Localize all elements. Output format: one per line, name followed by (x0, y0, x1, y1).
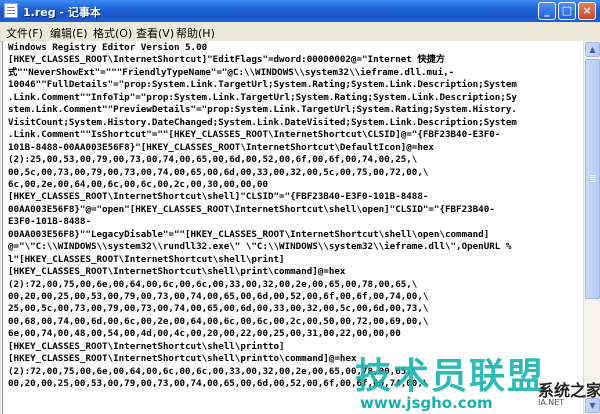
scroll-up-arrow-icon[interactable]: ▲ (585, 42, 600, 57)
text-line: 25,00,5c,00,73,00,79,00,73,00,74,00,65,0… (8, 303, 429, 315)
close-button[interactable]: × (578, 2, 596, 20)
minimize-button[interactable]: _ (538, 2, 556, 20)
grip-icon (590, 175, 596, 176)
text-line: 00,20,00,25,00,53,00,79,00,73,00,74,00,6… (8, 291, 429, 302)
text-line: [HKEY_CLASSES_ROOT\InternetShortcut\shel… (8, 266, 346, 278)
text-line: E3F0-101B-8488- (8, 216, 91, 228)
text-line: Windows Registry Editor Version 5.00 (8, 42, 208, 53)
text-line: [HKEY_CLASSES_ROOT\InternetShortcut\shel… (8, 353, 357, 365)
text-line: 00AA003E56F8}"@="open"[HKEY_CLASSES_ROOT… (8, 203, 495, 215)
watermark-logo: 技术员联盟 (355, 356, 546, 397)
notepad-icon (4, 3, 18, 18)
text-line: 00,68,00,74,00,6d,00,6c,00,2e,00,64,00,6… (8, 315, 429, 327)
text-line: 6e,00,74,00,48,00,54,00,4d,00,4c,00,20,0… (8, 328, 401, 340)
menu-edit[interactable]: 编辑(E) (50, 25, 88, 41)
menu-file[interactable]: 文件(F) (6, 25, 43, 41)
text-line: @="\"C:\\WINDOWS\\system32\\rundll32.exe… (8, 241, 512, 253)
text-line: 10046""FullDetails"="prop:System.Link.Ta… (8, 79, 517, 91)
text-line: 式""NeverShowExt"="""FriendlyTypeName"="@… (8, 66, 455, 78)
text-line: .Link.Comment""IsShortcut"=""[HKEY_CLASS… (8, 129, 501, 141)
watermark-url: www.jsgho.com (360, 394, 493, 412)
watermark-small-text: IA.NET (538, 398, 565, 407)
scrollbar-thumb[interactable] (585, 59, 600, 299)
menu-view[interactable]: 查看(V) (136, 25, 174, 41)
menu-format[interactable]: 格式(O) (93, 25, 132, 41)
window-title: 1.reg - 记事本 (23, 6, 101, 19)
maximize-button[interactable]: □ (558, 2, 576, 20)
text-line: [HKEY_CLASSES_ROOT\InternetShortcut]"Edi… (8, 54, 445, 66)
text-line: (2):25,00,53,00,79,00,73,00,74,00,65,00,… (8, 154, 418, 166)
text-line: VisitCount;System.History.DateChanged;Sy… (8, 116, 517, 128)
vertical-scrollbar[interactable]: ▲ ▼ (583, 41, 600, 414)
menu-bar: 文件(F) 编辑(E) 格式(O) 查看(V) 帮助(H) (0, 22, 600, 42)
text-line: [HKEY_CLASSES_ROOT\InternetShortcut\shel… (8, 191, 429, 203)
text-line: 6c,00,2e,00,64,00,6c,00,6c,00,2c,00,30,0… (8, 178, 268, 190)
menu-help[interactable]: 帮助(H) (176, 25, 215, 41)
notepad-window: 1.reg - 记事本 _ □ × 文件(F) 编辑(E) 格式(O) 查看(V… (0, 0, 600, 414)
text-line: 00AA003E56F8}""LegacyDisable"=""[HKEY_CL… (8, 228, 490, 240)
text-line: [HKEY_CLASSES_ROOT\InternetShortcut\shel… (8, 340, 285, 352)
text-line: stem.Link.Comment""PreviewDetails"="prop… (8, 104, 517, 116)
text-line: l"[HKEY_CLASSES_ROOT\InternetShortcut\sh… (8, 253, 285, 265)
text-line: (2):72,00,75,00,6e,00,64,00,6c,00,6c,00,… (8, 278, 418, 290)
text-line: 101B-8488-00AA003E56F8}"[HKEY_CLASSES_RO… (8, 141, 434, 153)
text-line: 00,5c,00,73,00,79,00,73,00,74,00,65,00,6… (8, 166, 429, 178)
title-bar[interactable]: 1.reg - 记事本 _ □ × (0, 0, 600, 22)
text-line: .Link.Comment""InfoTip"="prop:System.Lin… (8, 91, 517, 103)
